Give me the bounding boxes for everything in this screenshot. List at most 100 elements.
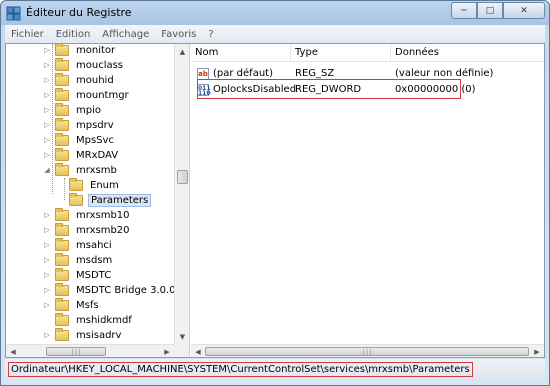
- menu-affichage[interactable]: Affichage: [96, 29, 155, 40]
- tree-item-mouclass[interactable]: ▷ mouclass: [42, 57, 125, 73]
- expand-icon[interactable]: ▷: [42, 252, 52, 268]
- expand-icon[interactable]: ▷: [42, 87, 52, 103]
- folder-icon: [55, 44, 69, 56]
- tree-item-enum[interactable]: Enum: [56, 177, 121, 193]
- list-horizontal-scrollbar[interactable]: ◀ ┆┆┆ ▶: [191, 344, 544, 357]
- tree-item-mshidkmdf[interactable]: mshidkmdf: [42, 312, 134, 328]
- folder-icon: [55, 162, 69, 176]
- folder-icon: [55, 207, 69, 221]
- folder-icon: [55, 297, 69, 311]
- scroll-up-icon[interactable]: ▲: [175, 44, 189, 59]
- maximize-button[interactable]: □: [477, 2, 503, 19]
- expand-icon[interactable]: ▷: [42, 327, 52, 343]
- scroll-right-icon[interactable]: ▶: [160, 345, 174, 357]
- tree-item-label: mrxsmb10: [76, 209, 130, 221]
- tree-item-label: mrxsmb20: [76, 224, 130, 236]
- tree-horizontal-scrollbar[interactable]: ◀ ┆┆┆ ▶: [6, 344, 174, 357]
- tree-item-mpsdrv[interactable]: ▷ mpsdrv: [42, 117, 116, 133]
- expand-icon: [56, 192, 66, 208]
- scroll-thumb[interactable]: [177, 170, 188, 184]
- tree-item-mrxsmb10[interactable]: ▷ mrxsmb10: [42, 207, 132, 223]
- title-bar[interactable]: Éditeur du Registre ─ □ ✕: [1, 1, 549, 25]
- folder-icon: [55, 222, 69, 236]
- scroll-right-icon[interactable]: ▶: [530, 345, 544, 358]
- content-area: ▷ monitor ▷ mouclass ▷ mouhid ▷ mountmgr ▷ mpio ▷ m…: [5, 43, 545, 358]
- tree-item-label: Enum: [90, 179, 119, 191]
- tree-item-label: MSDTC: [76, 269, 112, 281]
- folder-icon: [55, 252, 69, 266]
- values-list-pane: Nom Type Données ab (par défaut) REG_SZ …: [191, 44, 544, 357]
- folder-icon: [55, 132, 69, 146]
- menu-fichier[interactable]: Fichier: [5, 29, 50, 40]
- column-header-donnees[interactable]: Données: [391, 44, 544, 62]
- tree-item-mountmgr[interactable]: ▷ mountmgr: [42, 87, 131, 103]
- tree-item-label: mshidkmdf: [76, 314, 132, 326]
- registry-tree: ▷ monitor ▷ mouclass ▷ mouhid ▷ mountmgr ▷ mpio ▷ m…: [6, 44, 174, 344]
- scroll-left-icon[interactable]: ◀: [191, 345, 205, 358]
- expand-icon[interactable]: ▷: [42, 222, 52, 238]
- close-button[interactable]: ✕: [503, 2, 545, 19]
- expand-icon[interactable]: ▷: [42, 102, 52, 118]
- tree-item-label: monitor: [76, 44, 116, 56]
- expand-icon[interactable]: ▷: [42, 282, 52, 298]
- folder-icon: [55, 102, 69, 116]
- folder-icon: [69, 192, 83, 206]
- expand-icon[interactable]: ▷: [42, 117, 52, 133]
- tree-item-msdtc-bridge-3-0-0-0[interactable]: ▷ MSDTC Bridge 3.0.0.0: [42, 282, 174, 298]
- column-header-type[interactable]: Type: [291, 44, 391, 62]
- tree-item-msdsm[interactable]: ▷ msdsm: [42, 252, 114, 268]
- window-title: Éditeur du Registre: [26, 6, 132, 19]
- list-header: Nom Type Données: [191, 44, 544, 62]
- folder-icon: [55, 72, 69, 86]
- expand-icon[interactable]: ▷: [42, 72, 52, 88]
- tree-item-label: MSDTC Bridge 3.0.0.0: [76, 284, 174, 296]
- tree-item-msisadrv[interactable]: ▷ msisadrv: [42, 327, 123, 343]
- expand-icon[interactable]: ▷: [42, 147, 52, 163]
- scroll-down-icon[interactable]: ▼: [175, 329, 189, 344]
- tree-item-msfs[interactable]: ▷ Msfs: [42, 297, 101, 313]
- expand-icon[interactable]: ▷: [42, 297, 52, 313]
- tree-item-label: mpsdrv: [76, 119, 114, 131]
- tree-item-msahci[interactable]: ▷ msahci: [42, 237, 114, 253]
- menu-bar: Fichier Edition Affichage Favoris ?: [5, 25, 545, 43]
- tree-item-label: msdsm: [76, 254, 113, 266]
- tree-item-label: Msfs: [76, 299, 99, 311]
- menu-help[interactable]: ?: [202, 29, 219, 40]
- expand-icon[interactable]: ▷: [42, 207, 52, 223]
- tree-item-parameters[interactable]: Parameters: [56, 192, 152, 208]
- column-header-nom[interactable]: Nom: [191, 44, 291, 62]
- tree-item-label: mouhid: [76, 74, 114, 86]
- tree-item-label: msisadrv: [76, 329, 122, 341]
- tree-item-monitor[interactable]: ▷ monitor: [42, 44, 117, 58]
- tree-item-mrxsmb20[interactable]: ▷ mrxsmb20: [42, 222, 132, 238]
- scroll-thumb[interactable]: ┆┆┆: [205, 347, 529, 356]
- expand-icon[interactable]: ▷: [42, 57, 52, 73]
- expand-icon[interactable]: ▷: [42, 44, 52, 58]
- tree-item-mrxdav[interactable]: ▷ MRxDAV: [42, 147, 120, 163]
- collapse-icon[interactable]: ◢: [42, 162, 52, 178]
- expand-icon: [42, 312, 52, 328]
- folder-icon: [55, 282, 69, 296]
- tree-item-msdtc[interactable]: ▷ MSDTC: [42, 267, 113, 283]
- tree-item-mpio[interactable]: ▷ mpio: [42, 102, 103, 118]
- expand-icon[interactable]: ▷: [42, 132, 52, 148]
- menu-edition[interactable]: Edition: [50, 29, 97, 40]
- folder-icon: [55, 57, 69, 71]
- status-key-path: Ordinateur\HKEY_LOCAL_MACHINE\SYSTEM\Cur…: [8, 362, 473, 377]
- folder-icon: [55, 267, 69, 281]
- minimize-button[interactable]: ─: [451, 2, 477, 19]
- tree-item-mouhid[interactable]: ▷ mouhid: [42, 72, 116, 88]
- tree-vertical-scrollbar[interactable]: ▲ ▼: [174, 44, 189, 344]
- tree-item-mrxsmb[interactable]: ◢ mrxsmb: [42, 162, 119, 178]
- expand-icon[interactable]: ▷: [42, 237, 52, 253]
- scroll-thumb[interactable]: ┆┆┆: [46, 347, 106, 356]
- menu-favoris[interactable]: Favoris: [155, 29, 202, 40]
- tree-item-mpssvc[interactable]: ▷ MpsSvc: [42, 132, 116, 148]
- tree-item-label: mountmgr: [76, 89, 129, 101]
- scroll-left-icon[interactable]: ◀: [6, 345, 20, 357]
- tree-item-label: mrxsmb: [76, 164, 117, 176]
- tree-item-label: mpio: [76, 104, 101, 116]
- tree-item-label: MpsSvc: [76, 134, 114, 146]
- tree-item-label: Parameters: [88, 193, 152, 207]
- expand-icon[interactable]: ▷: [42, 267, 52, 283]
